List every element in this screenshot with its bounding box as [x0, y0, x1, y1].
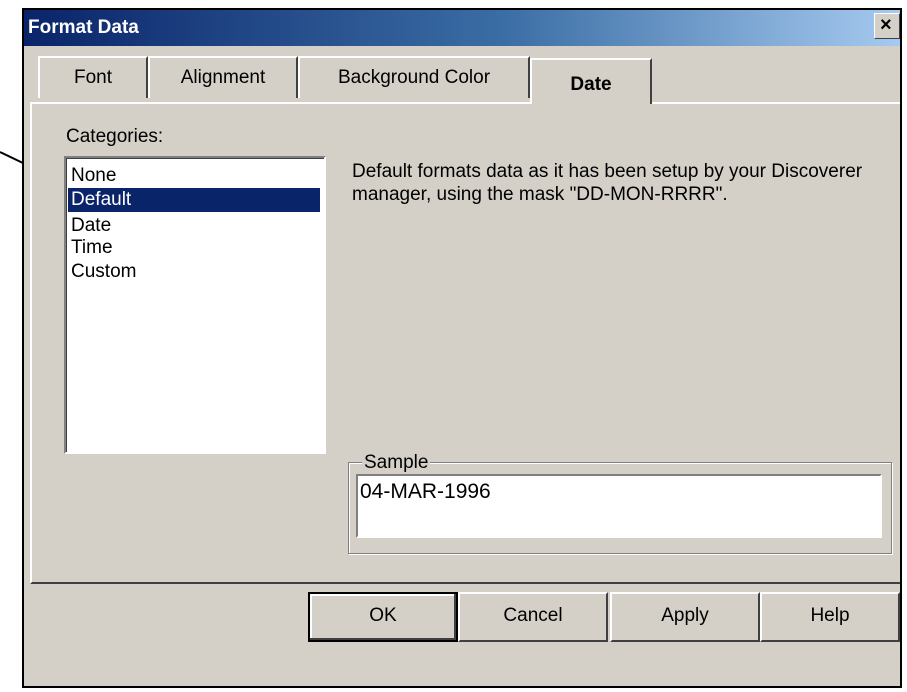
tab-font[interactable]: Font [38, 56, 148, 98]
categories-label: Categories: [66, 126, 164, 147]
cancel-button[interactable]: Cancel [458, 592, 608, 642]
list-item-time[interactable]: Time [68, 236, 320, 260]
list-item-custom[interactable]: Custom [68, 260, 320, 284]
tab-alignment-label: Alignment [180, 67, 266, 88]
tab-background-color-label: Background Color [337, 67, 491, 88]
close-icon: × [880, 14, 892, 36]
list-item-none[interactable]: None [68, 164, 320, 188]
apply-button[interactable]: Apply [610, 592, 760, 642]
ok-button[interactable]: OK [308, 592, 458, 642]
sample-preview: 04-MAR-1996 [356, 474, 882, 538]
dialog-title: Format Data [28, 17, 139, 38]
tab-font-label: Font [73, 67, 113, 88]
help-button[interactable]: Help [760, 592, 900, 642]
list-item-default[interactable]: Default [68, 188, 320, 212]
tab-background-color[interactable]: Background Color [298, 56, 530, 98]
tab-alignment[interactable]: Alignment [148, 56, 298, 98]
format-description: Default formats data as it has been setu… [352, 161, 863, 205]
tab-date-label: Date [570, 74, 612, 95]
categories-listbox[interactable]: None Default Date Time Custom [64, 156, 326, 454]
sample-label: Sample [362, 452, 431, 474]
close-button[interactable]: × [874, 13, 900, 39]
tab-date[interactable]: Date [530, 58, 652, 104]
title-bar[interactable]: Format Data [24, 10, 900, 46]
list-item-date[interactable]: Date [68, 214, 320, 238]
